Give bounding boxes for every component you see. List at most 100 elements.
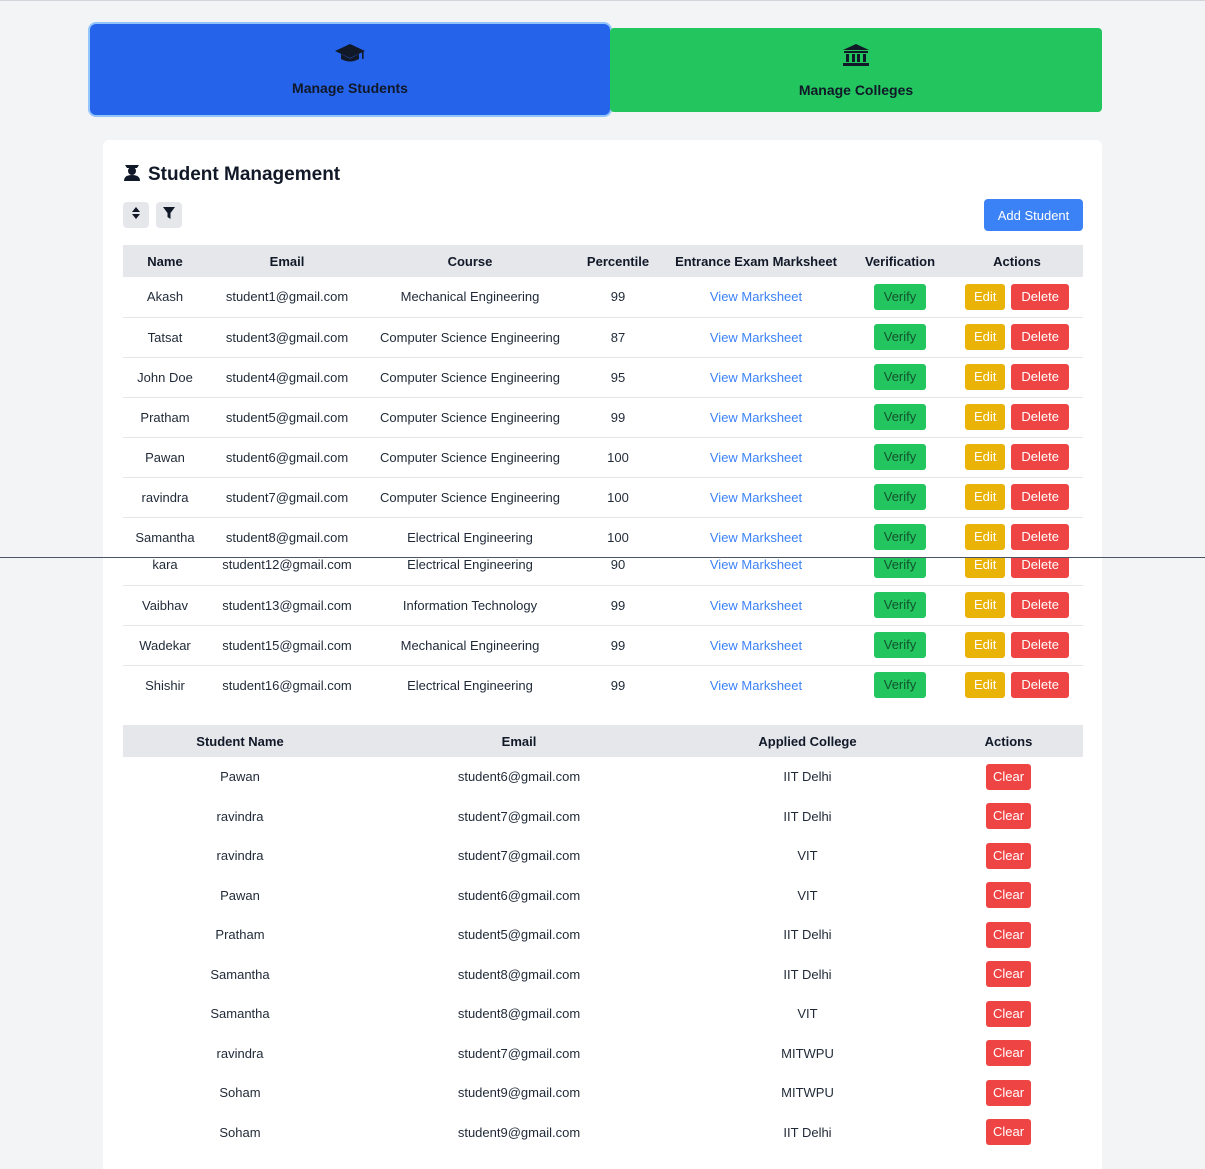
delete-button[interactable]: Delete — [1011, 558, 1069, 578]
delete-button[interactable]: Delete — [1011, 484, 1069, 510]
edit-button[interactable]: Edit — [965, 592, 1006, 618]
cell-student-name: ravindra — [216, 848, 264, 864]
cell-applied-college: VIT — [797, 1006, 818, 1022]
clear-button[interactable]: Clear — [985, 763, 1032, 790]
clear-button[interactable]: Clear — [985, 882, 1032, 909]
view-marksheet-link[interactable]: View Marksheet — [710, 370, 802, 385]
verify-button[interactable]: Verify — [873, 404, 927, 430]
cell-actions: Edit Delete — [951, 397, 1083, 438]
manage-colleges-tab[interactable]: Manage Colleges — [610, 28, 1102, 112]
table-row: Samantha student8@gmail.com Electrical Eng… — [123, 517, 1083, 558]
edit-button[interactable]: Edit — [965, 444, 1006, 470]
view-marksheet-link[interactable]: View Marksheet — [710, 530, 802, 545]
view-marksheet-link[interactable]: View Marksheet — [710, 490, 802, 505]
view-marksheet-link[interactable]: View Marksheet — [710, 289, 802, 304]
page-title-text: Student Management — [148, 164, 341, 185]
clear-button[interactable]: Clear — [985, 1119, 1032, 1146]
clear-button[interactable]: Clear — [985, 1000, 1032, 1027]
clear-button[interactable]: Clear — [985, 803, 1032, 830]
verify-button[interactable]: Verify — [873, 283, 927, 310]
cell-applied-college: IIT Delhi — [783, 927, 832, 943]
edit-button[interactable]: Edit — [965, 404, 1006, 430]
table-row: Samantha student8@gmail.com VIT Clear — [123, 994, 1083, 1034]
cell-student-name: Samantha — [210, 966, 270, 982]
cell-course: Mechanical Engineering — [367, 625, 573, 666]
manage-students-tab[interactable]: Manage Students — [90, 24, 610, 115]
cell-course: Computer Science Engineering — [367, 477, 573, 518]
verify-button[interactable]: Verify — [873, 558, 927, 578]
verify-button[interactable]: Verify — [873, 324, 927, 350]
view-marksheet-link[interactable]: View Marksheet — [710, 410, 802, 425]
edit-button[interactable]: Edit — [965, 672, 1006, 698]
cell-applied-college: MITWPU — [781, 1045, 834, 1061]
cell-percentile: 99 — [573, 665, 663, 705]
view-marksheet-link[interactable]: View Marksheet — [710, 678, 802, 693]
cell-name: kara — [123, 558, 207, 586]
verify-button[interactable]: Verify — [873, 364, 927, 390]
table-row: Pratham student5@gmail.com Computer Scienc… — [123, 397, 1083, 438]
edit-button[interactable]: Edit — [965, 283, 1006, 310]
edit-button[interactable]: Edit — [965, 632, 1006, 658]
cell-email: student9@gmail.com — [457, 1124, 581, 1140]
clear-button[interactable]: Clear — [985, 921, 1032, 948]
delete-button[interactable]: Delete — [1011, 592, 1069, 618]
cell-actions: Clear — [934, 797, 1083, 837]
table-header-row: Student Name Email Applied College Actio… — [123, 725, 1083, 757]
cell-percentile: 99 — [573, 625, 663, 666]
clear-button[interactable]: Clear — [985, 842, 1032, 869]
cell-name: Shishir — [123, 665, 207, 705]
cell-actions: Edit Delete — [951, 625, 1083, 666]
cell-applied-college: VIT — [797, 887, 818, 903]
delete-button[interactable]: Delete — [1011, 632, 1069, 658]
delete-button[interactable]: Delete — [1011, 444, 1069, 470]
clear-button[interactable]: Clear — [985, 1079, 1032, 1106]
graduation-cap-icon — [334, 43, 366, 68]
table-row: John Doe student4@gmail.com Computer Scien… — [123, 357, 1083, 398]
view-marksheet-link[interactable]: View Marksheet — [710, 558, 802, 572]
edit-button[interactable]: Edit — [965, 324, 1006, 350]
cell-actions: Clear — [934, 757, 1083, 797]
verify-button[interactable]: Verify — [873, 484, 927, 510]
delete-button[interactable]: Delete — [1011, 324, 1069, 350]
view-marksheet-link[interactable]: View Marksheet — [710, 330, 802, 345]
cell-applied-college: IIT Delhi — [783, 808, 832, 824]
verify-button[interactable]: Verify — [873, 444, 927, 470]
verify-button[interactable]: Verify — [873, 632, 927, 658]
delete-button[interactable]: Delete — [1011, 524, 1069, 550]
cell-course: Electrical Engineering — [367, 665, 573, 705]
edit-button[interactable]: Edit — [965, 558, 1006, 578]
filter-button[interactable] — [156, 202, 182, 228]
col-header-actions: Actions — [934, 725, 1083, 757]
cell-name: ravindra — [123, 477, 207, 518]
clear-button[interactable]: Clear — [985, 1040, 1032, 1067]
sort-button[interactable] — [123, 202, 149, 228]
cell-student-name: ravindra — [216, 1045, 264, 1061]
view-marksheet-link[interactable]: View Marksheet — [710, 450, 802, 465]
add-student-button[interactable]: Add Student — [984, 199, 1083, 231]
edit-button[interactable]: Edit — [965, 364, 1006, 390]
cell-name: Pratham — [123, 397, 207, 438]
col-header-percentile: Percentile — [573, 245, 663, 277]
cell-name: Pawan — [123, 437, 207, 478]
edit-button[interactable]: Edit — [965, 484, 1006, 510]
cell-email: student16@gmail.com — [207, 665, 367, 705]
delete-button[interactable]: Delete — [1011, 283, 1069, 310]
verify-button[interactable]: Verify — [873, 592, 927, 618]
delete-button[interactable]: Delete — [1011, 672, 1069, 698]
col-header-actions: Actions — [951, 245, 1083, 277]
clear-button[interactable]: Clear — [985, 961, 1032, 988]
delete-button[interactable]: Delete — [1011, 404, 1069, 430]
edit-button[interactable]: Edit — [965, 524, 1006, 550]
table-row: Soham student9@gmail.com MITWPU Clear — [123, 1073, 1083, 1113]
view-marksheet-link[interactable]: View Marksheet — [710, 598, 802, 613]
verify-button[interactable]: Verify — [873, 524, 927, 550]
cell-name: Samantha — [123, 517, 207, 558]
col-header-email: Email — [207, 245, 367, 277]
cell-actions: Edit Delete — [951, 317, 1083, 358]
view-marksheet-link[interactable]: View Marksheet — [710, 638, 802, 653]
cell-email: student6@gmail.com — [207, 437, 367, 478]
table-row: Pratham student5@gmail.com IIT Delhi Clear — [123, 915, 1083, 955]
table-row: Pawan student6@gmail.com IIT Delhi Clear — [123, 757, 1083, 797]
verify-button[interactable]: Verify — [873, 672, 927, 698]
delete-button[interactable]: Delete — [1011, 364, 1069, 390]
